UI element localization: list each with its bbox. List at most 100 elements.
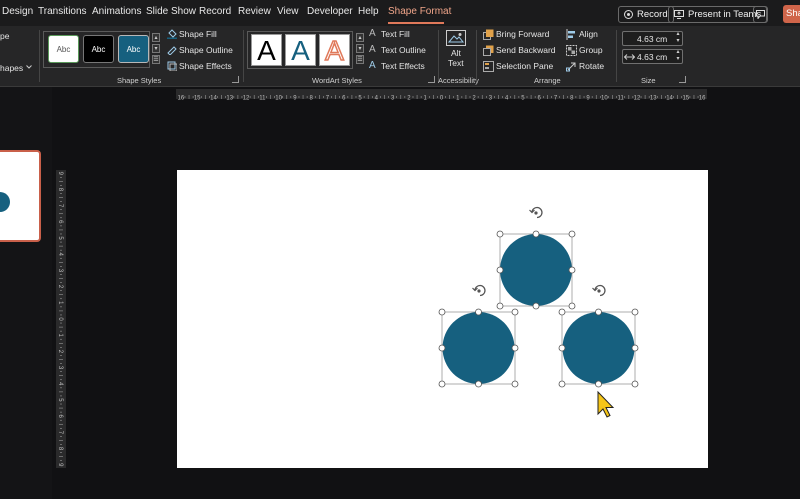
align-button[interactable]: Align (579, 29, 598, 39)
group-separator (243, 30, 244, 82)
size-launcher[interactable] (679, 76, 686, 83)
ruler-tick-label: 9 (586, 96, 590, 102)
wordart-group-label: WordArt Styles (312, 76, 362, 85)
ruler-tick-label: 5 (57, 398, 63, 402)
comment-icon (756, 10, 765, 19)
tab-shape-format[interactable]: Shape Format (388, 6, 451, 17)
comments-button[interactable] (753, 6, 768, 23)
alt-text-line2[interactable]: Text (448, 58, 464, 68)
bring-forward-button[interactable]: Bring Forward (496, 29, 549, 39)
group-objects-icon (566, 45, 577, 56)
ruler-tick-label: 8 (310, 96, 314, 102)
ruler-tick-label: 14 (666, 96, 673, 102)
circle-shape-top[interactable] (496, 206, 576, 310)
alt-text-line1[interactable]: Alt (451, 48, 461, 58)
wordart-launcher[interactable] (428, 76, 435, 83)
alt-text-icon (446, 30, 466, 46)
ruler-tick-label: 2 (57, 285, 63, 289)
gallery-scroll-up[interactable]: ▴ (152, 33, 160, 42)
shape-effects-icon (167, 61, 177, 71)
tab-view[interactable]: View (277, 6, 299, 17)
ruler-tick-label: 15 (682, 96, 689, 102)
slide-canvas[interactable] (177, 170, 708, 468)
shape-styles-launcher[interactable] (232, 76, 239, 83)
shape-effects-button[interactable]: Shape Effects (179, 61, 232, 71)
gallery-scroll-down[interactable]: ▾ (152, 44, 160, 53)
ruler-tick-label: 8 (570, 96, 574, 102)
slide-thumbnail-panel (0, 87, 52, 499)
group-separator (438, 30, 439, 82)
ruler-tick-label: 16 (699, 96, 706, 102)
wordart-style-black[interactable]: A (251, 34, 282, 66)
circle-fill (442, 312, 515, 384)
send-backward-button[interactable]: Send Backward (496, 45, 556, 55)
record-button[interactable]: Record (618, 6, 674, 23)
circle-fill (562, 312, 635, 384)
ruler-tick-label: 5 (57, 236, 63, 240)
teams-present-icon (674, 10, 684, 19)
rotate-button[interactable]: Rotate (579, 61, 604, 71)
tab-help[interactable]: Help (358, 6, 379, 17)
accessibility-group-label: Accessibility (438, 76, 479, 85)
active-tab-indicator (388, 22, 444, 24)
wordart-more-button[interactable]: ☰ (356, 55, 364, 64)
group-button[interactable]: Group (579, 45, 603, 55)
pen-outline-icon (167, 46, 177, 55)
shape-width-icon (624, 54, 635, 60)
text-fill-button[interactable]: Text Fill (381, 29, 410, 39)
wordart-scroll-down[interactable]: ▾ (356, 44, 364, 53)
tab-design[interactable]: Design (2, 6, 33, 17)
thumbnail-circle (0, 192, 10, 212)
height-spin-down[interactable]: ▾ (674, 37, 682, 45)
record-button-label: Record (637, 9, 668, 20)
wordart-style-blue[interactable]: A (285, 34, 316, 66)
shape-style-swatch-outline[interactable]: Abc (48, 35, 79, 63)
ruler-tick-label: 0 (57, 317, 63, 321)
ruler-tick-label: 6 (57, 415, 63, 419)
ruler-tick-label: 6 (342, 96, 346, 102)
tab-slide-show[interactable]: Slide Show (146, 6, 196, 17)
ribbon-partial-top[interactable]: pe (0, 31, 9, 41)
shape-style-swatch-blue[interactable]: Abc (118, 35, 149, 63)
chevron-down-icon (26, 65, 32, 69)
ruler-tick-label: 6 (57, 220, 63, 224)
rotate-handle-icon[interactable] (592, 284, 606, 297)
shape-fill-button[interactable]: Shape Fill (179, 29, 217, 39)
ruler-tick-label: 1 (456, 96, 460, 102)
shape-style-swatch-dark[interactable]: Abc (83, 35, 114, 63)
ruler-tick-label: 12 (243, 96, 250, 102)
ruler-tick-label: 4 (375, 96, 379, 102)
tab-transitions[interactable]: Transitions (38, 6, 87, 17)
selection-pane-button[interactable]: Selection Pane (496, 61, 553, 71)
wordart-scroll-up[interactable]: ▴ (356, 33, 364, 42)
slide-thumbnail[interactable] (0, 150, 41, 242)
wordart-style-orange-outline[interactable]: A (319, 34, 350, 67)
tab-developer[interactable]: Developer (307, 6, 353, 17)
ruler-tick-label: 6 (538, 96, 542, 102)
ruler-tick-label: 3 (57, 269, 63, 273)
ribbon-partial-bottom[interactable]: hapes (0, 63, 23, 73)
text-effects-button[interactable]: Text Effects (381, 61, 425, 71)
shape-outline-button[interactable]: Shape Outline (179, 45, 233, 55)
gallery-more-button[interactable]: ☰ (152, 55, 160, 64)
ruler-tick-label: 16 (178, 96, 185, 102)
tab-animations[interactable]: Animations (92, 6, 141, 17)
circle-shape-right[interactable] (558, 284, 639, 388)
rotate-handle-icon[interactable] (472, 284, 486, 297)
selection-pane-icon (483, 61, 494, 72)
width-spin-down[interactable]: ▾ (674, 55, 682, 63)
circle-shape-left[interactable] (438, 284, 519, 388)
share-button[interactable]: Sha (783, 5, 800, 23)
ribbon-tab-bar: Design Transitions Animations Slide Show… (0, 0, 800, 26)
horizontal-ruler: 16 15 14 13 12 11 10 9 8 7 6 5 4 3 2 1 0 1 2 3 4 5 6 7 8 9 10 11 12 1… (176, 89, 707, 102)
ruler-tick-label: 11 (618, 96, 625, 102)
shape-styles-group-label: Shape Styles (117, 76, 162, 85)
ruler-tick-label: 7 (326, 96, 330, 102)
text-outline-button[interactable]: Text Outline (381, 45, 426, 55)
mouse-pointer-icon (597, 390, 615, 418)
rotate-handle-icon[interactable] (529, 206, 543, 219)
ruler-tick-label: 12 (634, 96, 641, 102)
tab-review[interactable]: Review (238, 6, 271, 17)
ruler-tick-label: 2 (57, 350, 63, 354)
tab-record[interactable]: Record (199, 6, 231, 17)
